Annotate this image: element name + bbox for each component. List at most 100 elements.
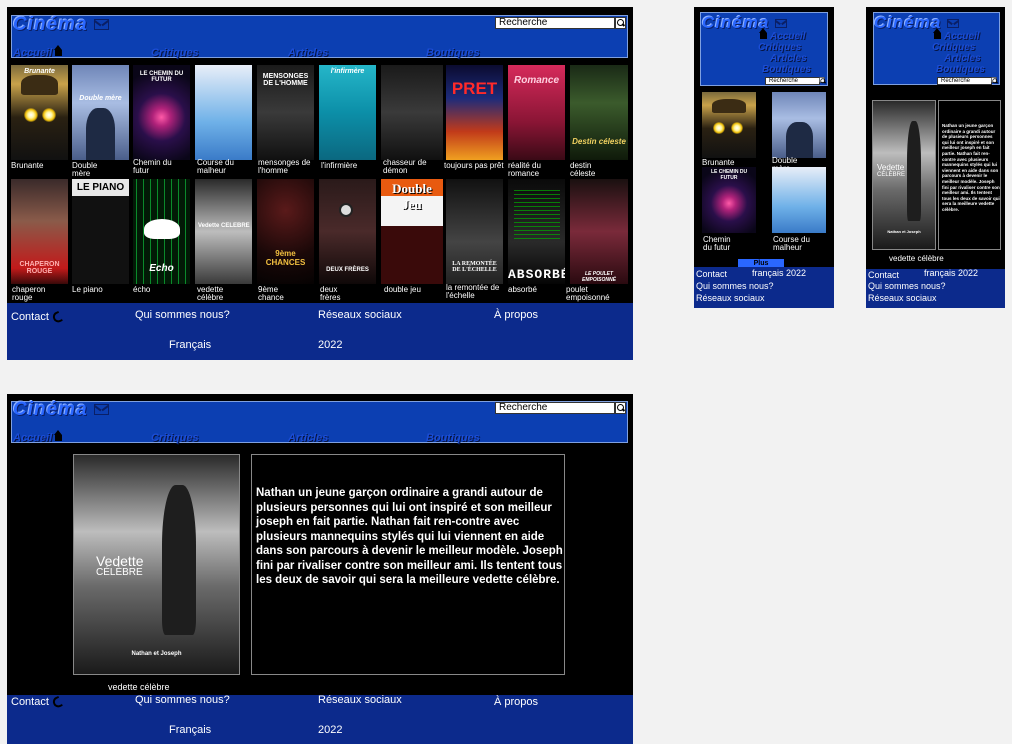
search-button[interactable] xyxy=(615,17,626,29)
search-button[interactable] xyxy=(991,77,998,84)
mail-icon[interactable] xyxy=(93,404,109,416)
footer-about-us[interactable]: Qui sommes nous? xyxy=(696,281,774,291)
nav-accueil[interactable]: Accueil xyxy=(13,430,63,444)
footer-social[interactable]: Réseaux sociaux xyxy=(318,309,402,321)
poster-poulet-empoisonne[interactable]: LE POULET EMPOISONNÉ xyxy=(570,179,628,284)
site-logo[interactable]: Cinéma xyxy=(13,399,109,421)
search-button[interactable] xyxy=(819,77,826,84)
poster-chemin-du-futur[interactable]: LE CHEMIN DU FUTUR xyxy=(133,65,190,160)
poster-caption[interactable]: chasseur de démon xyxy=(383,159,427,175)
poster-9eme-chance[interactable]: 9ème CHANCES xyxy=(257,179,314,284)
poster-caption[interactable]: deux frères xyxy=(320,286,360,302)
poster-course-du-malheur[interactable] xyxy=(772,167,826,233)
poster-caption[interactable]: vedette célèbre xyxy=(197,286,239,302)
footer-about[interactable]: À propos xyxy=(494,309,538,321)
nav-boutiques[interactable]: Boutiques xyxy=(936,64,985,75)
footer-about-us[interactable]: Qui sommes nous? xyxy=(135,694,230,706)
footer-language[interactable]: Français xyxy=(169,724,211,736)
poster-caption[interactable]: Course du malheur xyxy=(773,236,817,252)
site-logo[interactable]: Cinéma xyxy=(874,13,960,33)
poster-chasseur-de-demon[interactable] xyxy=(381,65,443,160)
footer-social[interactable]: Réseaux sociaux xyxy=(318,694,402,706)
poster-title: LE POULET EMPOISONNÉ xyxy=(582,271,616,283)
poster-caption[interactable]: absorbé xyxy=(508,286,566,294)
poster-chaperon-rouge[interactable]: CHAPERON ROUGE xyxy=(11,179,68,284)
poster-double-jeu[interactable]: Double Jeu xyxy=(381,179,443,284)
nav-articles[interactable]: Articles xyxy=(944,53,981,64)
poster-caption[interactable]: Double mère xyxy=(72,162,112,178)
nav-articles[interactable]: Articles xyxy=(770,53,807,64)
poster-le-piano[interactable]: LE PIANO xyxy=(72,179,129,284)
search-button[interactable] xyxy=(615,402,626,414)
poster-brunante[interactable]: Brunante xyxy=(11,65,68,160)
site-logo[interactable]: Cinéma xyxy=(702,13,788,33)
poster-course-du-malheur[interactable] xyxy=(195,65,252,160)
poster-caption[interactable]: Brunante xyxy=(702,159,734,167)
footer-about-us[interactable]: Qui sommes nous? xyxy=(135,309,230,321)
poster-remontee-echelle[interactable]: LA REMONTÉE DE L'ÉCHELLE xyxy=(446,179,503,284)
footer-social[interactable]: Réseaux sociaux xyxy=(696,293,765,303)
poster-mensonges[interactable]: MENSONGES DE L'HOMME xyxy=(257,65,314,160)
footer-language-year[interactable]: français 2022 xyxy=(752,268,806,278)
footer-about[interactable]: À propos xyxy=(494,696,538,708)
nav-articles[interactable]: Articles xyxy=(288,47,328,59)
poster-double-mere[interactable]: Double mère xyxy=(72,65,129,160)
footer-language-year[interactable]: français 2022 xyxy=(924,268,978,278)
poster-caption[interactable]: toujours pas prêt xyxy=(444,162,506,170)
poster-title: l'infirmère xyxy=(330,68,365,75)
contact-label: Contact xyxy=(11,696,49,708)
nav-boutiques[interactable]: Boutiques xyxy=(426,47,480,59)
footer-contact[interactable]: Contact xyxy=(868,270,899,280)
search-input[interactable]: Recherche xyxy=(495,17,615,29)
nav-critiques[interactable]: Critiques xyxy=(758,42,801,53)
nav-accueil[interactable]: Accueil xyxy=(759,28,806,42)
poster-caption[interactable]: réalité du romance xyxy=(508,162,566,178)
footer-contact[interactable]: Contact xyxy=(696,269,727,279)
footer-contact[interactable]: Contact xyxy=(11,310,63,324)
poster-realite-du-romance[interactable]: Romance xyxy=(508,65,565,160)
poster-absorbe[interactable]: ABSORBÉ xyxy=(508,179,565,284)
mail-icon[interactable] xyxy=(93,19,109,31)
nav-accueil[interactable]: Accueil xyxy=(933,28,980,42)
poster-echo[interactable]: Echo xyxy=(133,179,190,284)
poster-caption[interactable]: Brunante xyxy=(11,162,69,170)
poster-caption[interactable]: l'infirmière xyxy=(321,162,379,170)
search-input[interactable]: Recherche xyxy=(495,402,615,414)
poster-caption[interactable]: 9ème chance xyxy=(258,286,300,302)
poster-toujours-pas-pret[interactable]: PRET xyxy=(446,65,503,160)
poster-double-mere[interactable] xyxy=(772,92,826,158)
footer-language[interactable]: Français xyxy=(169,339,211,351)
nav-critiques[interactable]: Critiques xyxy=(151,432,199,444)
poster-chemin-du-futur[interactable]: LE CHEMIN DU FUTUR xyxy=(702,167,756,233)
nav-critiques[interactable]: Critiques xyxy=(932,42,975,53)
footer-about-us[interactable]: Qui sommes nous? xyxy=(868,281,946,291)
site-logo[interactable]: Cinéma xyxy=(13,14,109,36)
poster-caption[interactable]: écho xyxy=(133,286,191,294)
poster-caption[interactable]: la remontée de l'échelle xyxy=(446,284,508,300)
poster-caption[interactable]: Le piano xyxy=(72,286,130,294)
poster-caption[interactable]: mensonges de l'homme xyxy=(258,159,318,175)
poster-caption[interactable]: Chemin du futur xyxy=(133,159,173,175)
poster-brunante[interactable] xyxy=(702,92,756,158)
footer-contact[interactable]: Contact xyxy=(11,695,63,709)
nav-articles[interactable]: Articles xyxy=(288,432,328,444)
search-input[interactable]: Recherche xyxy=(937,77,992,85)
mail-icon[interactable] xyxy=(947,19,960,29)
poster-caption[interactable]: double jeu xyxy=(384,286,424,294)
poster-caption[interactable]: Chemin du futur xyxy=(703,236,735,252)
poster-vedette-celebre[interactable]: Vedette CELEBRE xyxy=(195,179,252,284)
poster-caption[interactable]: poulet empoisonné xyxy=(566,286,630,302)
poster-deux-freres[interactable]: DEUX FRÈRES xyxy=(319,179,376,284)
search-input[interactable]: Recherche xyxy=(765,77,820,85)
poster-caption[interactable]: destin céleste xyxy=(570,162,614,178)
poster-caption[interactable]: Course du malheur xyxy=(197,159,241,175)
mail-icon[interactable] xyxy=(775,19,788,29)
poster-infirmiere[interactable]: l'infirmère xyxy=(319,65,376,160)
nav-boutiques[interactable]: Boutiques xyxy=(762,64,811,75)
nav-boutiques[interactable]: Boutiques xyxy=(426,432,480,444)
nav-accueil[interactable]: Accueil xyxy=(13,45,63,59)
poster-caption[interactable]: chaperon rouge xyxy=(12,286,62,302)
poster-destin-celeste[interactable]: Destin céleste xyxy=(570,65,628,160)
nav-critiques[interactable]: Critiques xyxy=(151,47,199,59)
footer-social[interactable]: Réseaux sociaux xyxy=(868,293,937,303)
